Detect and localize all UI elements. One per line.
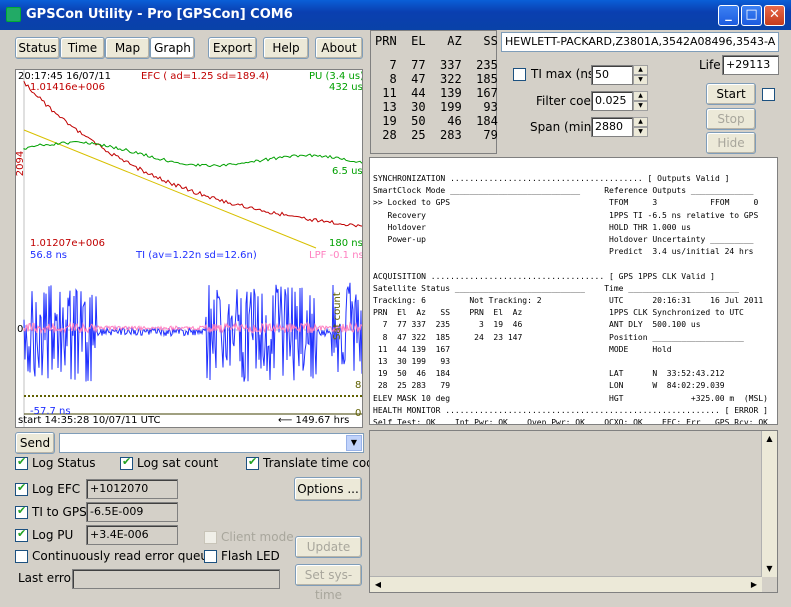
client-mode-checkbox[interactable] — [204, 531, 217, 544]
pu-legend: PU (3.4 us) — [309, 71, 363, 82]
efc-top-value: 1.01416e+006 — [30, 82, 105, 93]
device-id-field[interactable]: HEWLETT-PACKARD,Z3801A,3542A08496,3543-A — [501, 32, 779, 52]
life-label: Life — [699, 58, 721, 72]
ti-max-label: TI max (ns) — [531, 67, 599, 81]
log-pu-checkbox[interactable] — [15, 527, 28, 542]
log-status-checkbox[interactable] — [15, 455, 28, 470]
sat-table-body: 7 77 337 235 8 47 322 185 11 44 139 167 … — [375, 58, 498, 142]
tab-map[interactable]: Map — [105, 37, 150, 59]
window-title: GPSCon Utility - Pro [GPSCon] COM6 — [26, 7, 293, 22]
graph-timestamp: 20:17:45 16/07/11 — [18, 71, 112, 82]
efc-axis-label: 2094 — [15, 150, 27, 177]
pu-value-field: +3.4E-006 — [86, 525, 178, 545]
sat-table-header: PRN EL AZ SS — [375, 34, 498, 48]
status-text: SYNCHRONIZATION ........................… — [373, 174, 768, 425]
ti-legend: TI (av=1.22n sd=12.6n) — [136, 250, 257, 261]
vertical-scrollbar[interactable]: ▲ ▼ — [761, 431, 777, 577]
efc-trend-line — [23, 129, 317, 249]
graph-start-time: start 14:35:28 10/07/11 UTC — [18, 415, 161, 426]
send-combo[interactable]: ▼ — [59, 433, 364, 453]
export-button[interactable]: Export — [208, 37, 257, 59]
log-panel[interactable]: ◀ ▶ ▲ ▼ — [369, 430, 778, 593]
life-value-field: +29113 — [722, 55, 779, 75]
graph-panel[interactable]: 20:17:45 16/07/11 EFC ( ad=1.25 sd=189.4… — [15, 69, 363, 428]
span-spinner[interactable]: ▲ ▼ — [633, 117, 648, 137]
ti-top-value: 56.8 ns — [30, 250, 67, 261]
tab-status[interactable]: Status — [15, 37, 60, 59]
scroll-up-icon[interactable]: ▲ — [763, 432, 776, 446]
pu-top-value: 432 us — [329, 82, 363, 93]
sat-table-row: 8 47 322 185 — [375, 72, 498, 86]
pu-mid-value: 6.5 us — [332, 166, 363, 177]
flash-led-checkbox[interactable] — [204, 550, 217, 563]
ti-value-field: -6.5E-009 — [86, 502, 178, 522]
efc-line — [23, 81, 362, 228]
flash-led-label: Flash LED — [221, 549, 280, 563]
stop-button[interactable]: Stop — [706, 108, 756, 130]
sat-table: PRN EL AZ SS 7 77 337 235 8 47 322 185 1… — [370, 30, 498, 154]
continuous-checkbox[interactable] — [15, 550, 28, 563]
sat-table-row: 13 30 199 93 — [375, 100, 498, 114]
tab-time[interactable]: Time — [60, 37, 105, 59]
set-sys-time-button[interactable]: Set sys-time — [295, 564, 362, 602]
efc-legend: EFC ( ad=1.25 sd=189.4) — [141, 71, 270, 82]
log-status-label: Log Status — [32, 456, 96, 470]
duration-value: 149.67 hrs — [295, 415, 350, 426]
start-checkbox[interactable] — [762, 88, 775, 101]
sat-0-label: 0 — [355, 408, 362, 419]
log-efc-checkbox[interactable] — [15, 481, 28, 496]
log-sat-checkbox[interactable] — [120, 455, 133, 470]
close-button[interactable]: ✕ — [764, 5, 785, 26]
pu-bottom-value: 180 ns — [329, 238, 363, 249]
log-pu-label: Log PU — [32, 528, 74, 542]
horizontal-scrollbar[interactable]: ◀ ▶ — [370, 576, 762, 592]
efc-bottom-value: 1.01207e+006 — [30, 238, 105, 249]
ti-zero-label: 0 — [17, 324, 24, 335]
scroll-left-icon[interactable]: ◀ — [371, 578, 385, 591]
send-button[interactable]: Send — [15, 432, 55, 454]
sat-count-axis-label: Sat count — [332, 292, 343, 340]
app-icon — [6, 7, 21, 22]
scroll-down-icon[interactable]: ▼ — [763, 562, 776, 576]
lpf-legend: LPF -0.1 ns — [309, 250, 363, 261]
last-error-label: Last error — [18, 571, 76, 585]
tab-graph[interactable]: Graph — [150, 37, 195, 59]
hide-button[interactable]: Hide — [706, 132, 756, 154]
status-panel: SYNCHRONIZATION ........................… — [369, 157, 778, 425]
ti-gps-checkbox[interactable] — [15, 504, 28, 519]
title-bar: GPSCon Utility - Pro [GPSCon] COM6 _ □ ✕ — [0, 0, 791, 30]
filter-input[interactable]: 0.025 — [591, 91, 633, 111]
ti-line — [23, 282, 362, 382]
start-button[interactable]: Start — [706, 83, 756, 105]
update-now-button[interactable]: Update now — [295, 536, 362, 574]
ti-max-spinner[interactable]: ▲ ▼ — [633, 65, 648, 85]
minimize-button[interactable]: _ — [718, 5, 739, 26]
efc-value-field: +1012070 — [86, 479, 178, 499]
graph-duration: ⟵ 149.67 hrs — [278, 415, 350, 426]
last-error-field — [72, 569, 280, 589]
help-button[interactable]: Help — [263, 37, 309, 59]
scroll-right-icon[interactable]: ▶ — [747, 578, 761, 591]
sat-table-row: 19 50 46 184 — [375, 114, 498, 128]
sat-table-row: 11 44 139 167 — [375, 86, 498, 100]
pu-line — [23, 140, 362, 168]
sat-table-row: 7 77 337 235 — [375, 58, 498, 72]
client-mode-label: Client mode — [221, 530, 294, 544]
log-efc-label: Log EFC — [32, 482, 81, 496]
about-button[interactable]: About — [315, 37, 363, 59]
options-button[interactable]: Options ... — [294, 477, 362, 501]
ti-max-checkbox[interactable] — [513, 68, 526, 81]
ti-gps-label: TI to GPS — [32, 505, 87, 519]
log-sat-label: Log sat count — [137, 456, 219, 470]
sat-8-label: 8 — [355, 380, 362, 391]
ti-max-input[interactable]: 50 — [591, 65, 633, 85]
maximize-button[interactable]: □ — [741, 5, 762, 26]
filter-label: Filter coeff — [536, 94, 600, 108]
sat-table-row: 28 25 283 79 — [375, 128, 498, 142]
translate-checkbox[interactable] — [246, 455, 259, 470]
span-input[interactable]: 2880 — [591, 117, 633, 137]
chevron-down-icon[interactable]: ▼ — [346, 435, 362, 451]
continuous-label: Continuously read error queue — [32, 549, 216, 563]
filter-spinner[interactable]: ▲ ▼ — [633, 91, 648, 111]
